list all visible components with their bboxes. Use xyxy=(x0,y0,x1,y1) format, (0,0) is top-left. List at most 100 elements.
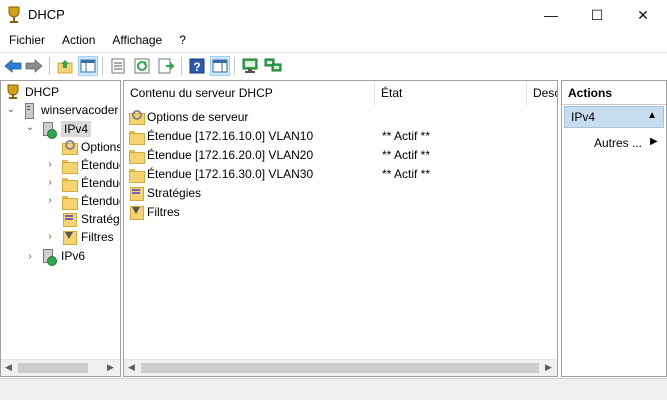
folder-icon xyxy=(61,193,78,210)
tree-label: winservacoder xyxy=(41,103,119,117)
menu-action[interactable]: Action xyxy=(53,33,103,47)
menu-help[interactable]: ? xyxy=(170,33,194,47)
maximize-button[interactable]: ☐ xyxy=(574,0,620,30)
list-item-name: Étendue [172.16.20.0] VLAN20 xyxy=(147,148,314,162)
server-icon xyxy=(21,102,37,119)
properties-icon xyxy=(158,58,174,74)
tree-label: DHCP xyxy=(25,85,60,99)
scrollbar-thumb[interactable] xyxy=(18,363,88,373)
list-item-state: ** Actif ** xyxy=(382,167,431,181)
tree-label: Filtres xyxy=(81,230,114,244)
details-horizontal-scrollbar[interactable]: ◀ ▶ xyxy=(124,359,557,376)
show-action-pane-button[interactable] xyxy=(210,56,230,76)
show-action-pane-icon xyxy=(212,59,228,73)
tree-item-server-options[interactable]: Options de serveur xyxy=(61,138,121,156)
export-list-button[interactable] xyxy=(108,56,128,76)
folder-icon xyxy=(128,166,145,183)
refresh-icon xyxy=(134,58,150,74)
policy-icon xyxy=(128,185,144,201)
expand-chevron-icon[interactable]: › xyxy=(25,251,35,262)
toolbar-separator xyxy=(181,57,182,75)
list-item-name: Stratégies xyxy=(147,186,202,200)
actions-title: Actions xyxy=(562,81,666,105)
ipv6-icon xyxy=(41,248,57,266)
tree-label: Étendue [172.16.20.0] VLAN20 xyxy=(81,176,120,190)
network-button[interactable] xyxy=(263,56,283,76)
properties-button[interactable] xyxy=(156,56,176,76)
tree-label: Stratégies xyxy=(81,212,120,226)
refresh-button[interactable] xyxy=(132,56,152,76)
column-header-content[interactable]: Contenu du serveur DHCP xyxy=(124,81,375,105)
tree-item-filters[interactable]: Filtres xyxy=(61,228,114,246)
list-item-state: ** Actif ** xyxy=(382,148,431,162)
list-item-name: Filtres xyxy=(147,205,180,219)
tree-item-scope-vlan20[interactable]: Étendue [172.16.20.0] VLAN20 xyxy=(61,174,120,192)
collapse-chevron-icon[interactable]: ⌄ xyxy=(25,122,35,133)
toolbar-separator xyxy=(49,57,50,75)
list-item-name: Étendue [172.16.30.0] VLAN30 xyxy=(147,167,314,181)
menu-affichage[interactable]: Affichage xyxy=(103,33,170,47)
expand-chevron-icon[interactable]: › xyxy=(45,159,55,170)
menu-bar: Fichier Action Affichage ? xyxy=(0,30,667,50)
up-one-level-button[interactable] xyxy=(55,56,75,76)
tree-item-scope-vlan10[interactable]: Étendue [172.16.10.0] VLAN10 xyxy=(61,156,120,174)
tree-item-server[interactable]: winservacoder xyxy=(21,101,118,119)
folder-icon xyxy=(128,147,145,164)
tree-label: Étendue [172.16.10.0] VLAN10 xyxy=(81,158,120,172)
dhcp-app-icon xyxy=(8,6,20,23)
scroll-left-arrow-icon[interactable]: ◀ xyxy=(5,362,12,373)
network-icon xyxy=(264,58,282,72)
tree-item-policies[interactable]: Stratégies xyxy=(61,210,120,228)
list-item[interactable]: Options de serveur xyxy=(124,107,557,126)
list-item[interactable]: Stratégies xyxy=(124,183,557,202)
close-button[interactable]: ✕ xyxy=(620,0,666,30)
scroll-right-arrow-icon[interactable]: ▶ xyxy=(107,362,114,373)
expand-chevron-icon[interactable]: › xyxy=(45,231,55,242)
action-more[interactable]: Autres ... xyxy=(594,136,642,150)
scroll-left-arrow-icon[interactable]: ◀ xyxy=(128,362,135,373)
tree-item-ipv6[interactable]: IPv6 xyxy=(41,247,85,266)
column-header-description[interactable]: Description xyxy=(527,81,557,105)
console-tree[interactable]: DHCP ⌄ winservacoder ⌄ IPv4 Options de s… xyxy=(0,80,121,377)
show-hide-tree-icon xyxy=(80,59,96,73)
list-item-name: Options de serveur xyxy=(147,110,249,124)
minimize-button[interactable]: — xyxy=(528,0,574,30)
tree-label: Étendue [172.16.30.0] VLAN30 xyxy=(81,194,120,208)
actions-section-ipv4[interactable]: IPv4 ▲ xyxy=(564,106,664,128)
list-item-state: ** Actif ** xyxy=(382,129,431,143)
tree-item-scope-vlan30[interactable]: Étendue [172.16.30.0] VLAN30 xyxy=(61,192,120,210)
ipv4-icon xyxy=(41,121,57,139)
list-item[interactable]: Étendue [172.16.30.0] VLAN30 ** Actif ** xyxy=(124,164,557,183)
scroll-right-arrow-icon[interactable]: ▶ xyxy=(545,362,552,373)
back-button[interactable] xyxy=(3,56,23,76)
collapse-chevron-icon[interactable]: ⌄ xyxy=(6,104,16,115)
policy-icon xyxy=(61,211,77,227)
tree-horizontal-scrollbar[interactable]: ◀ ▶ xyxy=(1,359,120,376)
folder-icon xyxy=(61,157,78,174)
dhcp-root-icon xyxy=(7,84,19,99)
tree-label: Options de serveur xyxy=(81,140,121,154)
tree-item-ipv4[interactable]: IPv4 xyxy=(41,120,92,139)
forward-button[interactable] xyxy=(24,56,44,76)
collapse-up-icon[interactable]: ▲ xyxy=(647,110,657,121)
expand-chevron-icon[interactable]: › xyxy=(45,177,55,188)
scrollbar-thumb[interactable] xyxy=(141,363,539,373)
details-pane[interactable]: Contenu du serveur DHCP État Description… xyxy=(123,80,558,377)
monitor-button[interactable] xyxy=(240,56,260,76)
list-item[interactable]: Étendue [172.16.20.0] VLAN20 ** Actif ** xyxy=(124,145,557,164)
filter-icon xyxy=(61,229,77,245)
expand-chevron-icon[interactable]: › xyxy=(45,195,55,206)
show-hide-tree-button[interactable] xyxy=(78,56,98,76)
help-button[interactable]: ? xyxy=(187,56,207,76)
menu-fichier[interactable]: Fichier xyxy=(0,33,53,47)
status-bar xyxy=(0,378,667,400)
svg-text:?: ? xyxy=(193,60,200,74)
list-item[interactable]: Filtres xyxy=(124,202,557,221)
folder-icon xyxy=(128,128,145,145)
filter-icon xyxy=(128,204,144,220)
tree-item-dhcp-root[interactable]: DHCP xyxy=(5,83,59,101)
help-icon: ? xyxy=(189,58,205,74)
submenu-arrow-icon: ▶ xyxy=(650,136,658,147)
list-item[interactable]: Étendue [172.16.10.0] VLAN10 ** Actif ** xyxy=(124,126,557,145)
column-header-state[interactable]: État xyxy=(375,81,527,105)
